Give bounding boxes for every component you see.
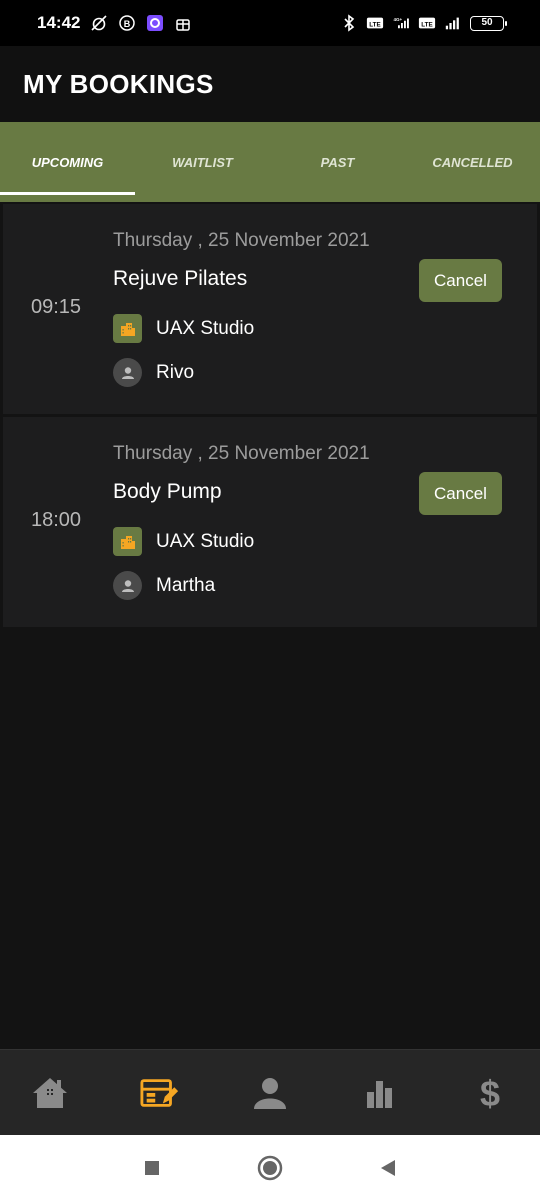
status-time: 14:42 [37, 13, 81, 32]
nav-stats[interactable] [360, 1073, 400, 1113]
stats-icon [367, 1080, 392, 1108]
booking-list: 09:15 Thursday , 25 November 2021 Rejuve… [3, 204, 537, 630]
booking-class-name: Body Pump [113, 480, 222, 503]
svg-text:LTE: LTE [421, 22, 432, 29]
recents-button[interactable] [137, 1153, 167, 1183]
status-bar-left: 14:42 B [37, 13, 192, 33]
system-nav-bar [0, 1135, 540, 1200]
booking-studio: UAX Studio [113, 527, 254, 556]
cancel-booking-button[interactable]: Cancel [419, 472, 502, 515]
network-type-label: 4G+ [394, 17, 403, 22]
nav-profile[interactable] [250, 1073, 290, 1113]
home-icon [33, 1077, 67, 1108]
tab-cancelled[interactable]: CANCELLED [405, 122, 540, 202]
b-badge-icon: B [118, 14, 136, 32]
building-icon [113, 527, 142, 556]
instructor-name: Rivo [156, 361, 195, 383]
studio-name: UAX Studio [156, 530, 255, 552]
app-circle-icon [146, 14, 164, 32]
bluetooth-icon [340, 14, 358, 32]
instructor-name: Martha [156, 574, 216, 596]
svg-text:B: B [124, 19, 131, 29]
booking-date: Thursday , 25 November 2021 [113, 443, 370, 464]
home-button[interactable] [255, 1153, 285, 1183]
tab-upcoming[interactable]: UPCOMING [0, 122, 135, 202]
svg-text:LTE: LTE [369, 22, 380, 29]
signal-icon [444, 14, 462, 32]
back-button[interactable] [373, 1153, 403, 1183]
booking-date: Thursday , 25 November 2021 [113, 230, 370, 251]
tab-past[interactable]: PAST [270, 122, 405, 202]
circle-icon [257, 1155, 283, 1180]
volte-icon: LTE [366, 14, 384, 32]
booking-studio: UAX Studio [113, 314, 254, 343]
nav-home[interactable] [30, 1073, 70, 1113]
square-icon [145, 1160, 159, 1175]
studio-name: UAX Studio [156, 317, 255, 339]
battery-indicator: 50 [470, 15, 507, 31]
gift-icon [174, 14, 192, 32]
booking-time: 09:15 [31, 296, 82, 318]
booking-card: 18:00 Thursday , 25 November 2021 Body P… [3, 417, 537, 627]
app-bar: MY BOOKINGS [0, 46, 540, 122]
dollar-icon: $ [480, 1074, 500, 1112]
bottom-nav: $ [0, 1049, 540, 1135]
status-bar: 14:42 B LTE 4G+ LTE 50 [0, 0, 540, 46]
booking-tabs: UPCOMING WAITLIST PAST CANCELLED [0, 122, 540, 202]
bookings-icon [140, 1078, 179, 1107]
alarm-off-icon [90, 14, 108, 32]
booking-time: 18:00 [31, 509, 82, 531]
cancel-booking-button[interactable]: Cancel [419, 259, 502, 302]
booking-instructor: Martha [113, 571, 215, 600]
page-title: MY BOOKINGS [23, 68, 214, 99]
person-icon [113, 571, 142, 600]
person-icon [113, 358, 142, 387]
profile-icon [254, 1077, 286, 1109]
triangle-back-icon [381, 1159, 395, 1176]
building-icon [113, 314, 142, 343]
tab-waitlist[interactable]: WAITLIST [135, 122, 270, 202]
nav-bookings[interactable] [140, 1073, 180, 1113]
status-bar-right: LTE 4G+ LTE 50 [340, 14, 507, 32]
signal-4g-icon: 4G+ [392, 14, 410, 32]
svg-text:$: $ [480, 1074, 500, 1112]
booking-instructor: Rivo [113, 358, 194, 387]
volte-icon: LTE [418, 14, 436, 32]
nav-payments[interactable]: $ [470, 1073, 510, 1113]
booking-card: 09:15 Thursday , 25 November 2021 Rejuve… [3, 204, 537, 414]
booking-class-name: Rejuve Pilates [113, 267, 248, 290]
